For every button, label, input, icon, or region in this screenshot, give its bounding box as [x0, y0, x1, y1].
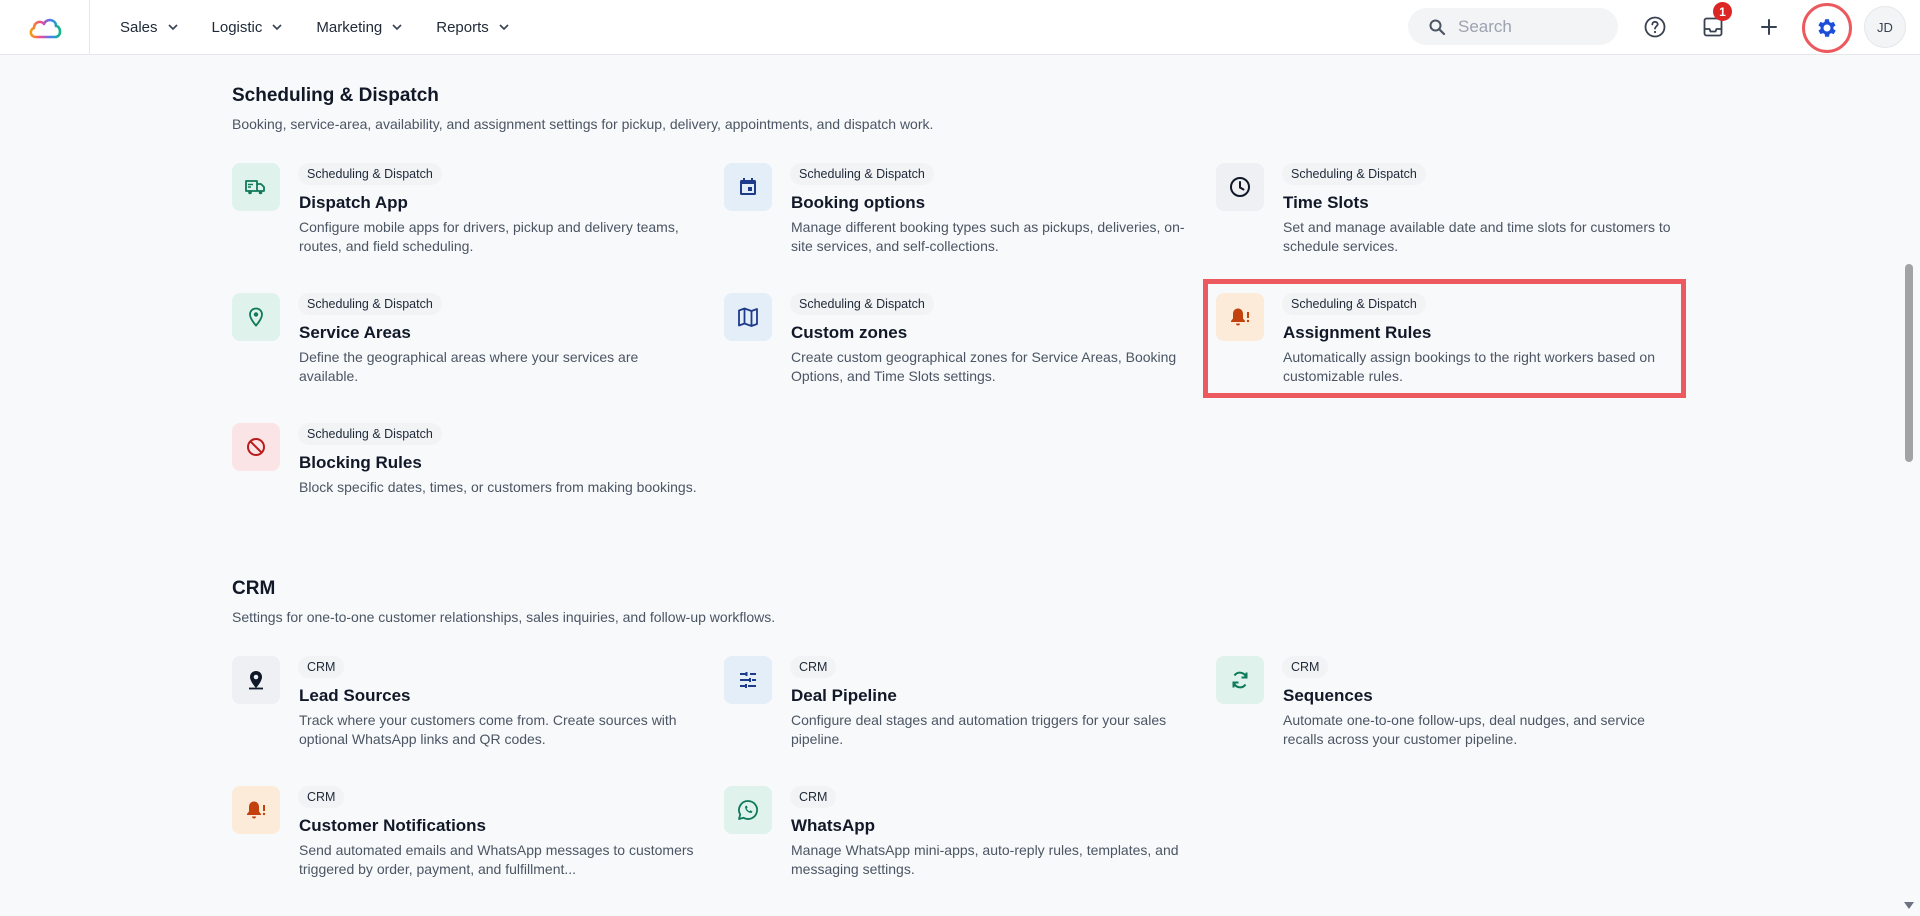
card-description: Create custom geographical zones for Ser…	[791, 349, 1177, 384]
card-title: Blocking Rules	[299, 453, 422, 472]
card-tag: CRM	[790, 786, 837, 808]
gear-icon	[1818, 19, 1836, 37]
card-deal-pipeline[interactable]: CRM Deal Pipeline Configure deal stages …	[724, 656, 1194, 766]
chevron-down-icon	[392, 24, 402, 31]
notification-badge: 1	[1713, 2, 1732, 21]
help-button[interactable]	[1640, 12, 1670, 42]
bell-alert-icon	[232, 786, 280, 834]
nav-sales-label: Sales	[120, 18, 158, 36]
card-tag: CRM	[298, 786, 345, 808]
section-desc-crm: Settings for one-to-one customer relatio…	[232, 609, 776, 625]
card-blocking-rules[interactable]: Scheduling & Dispatch Blocking Rules Blo…	[232, 423, 702, 533]
top-navbar: Sales Logistic Marketing Reports Search …	[0, 0, 1920, 55]
card-description: Define the geographical areas where your…	[299, 349, 639, 384]
calendar-icon	[724, 163, 772, 211]
card-title: Deal Pipeline	[791, 686, 897, 705]
chevron-down-icon	[167, 24, 178, 31]
selection-highlight	[1203, 279, 1686, 398]
card-title: Time Slots	[1283, 193, 1369, 212]
card-title: Custom zones	[791, 323, 908, 342]
scroll-down-arrow[interactable]	[1904, 902, 1914, 909]
settings-button[interactable]	[1802, 3, 1852, 53]
card-description: Configure mobile apps for drivers, picku…	[299, 219, 679, 254]
nav-marketing[interactable]: Marketing	[316, 19, 404, 36]
card-whatsapp[interactable]: CRM WhatsApp Manage WhatsApp mini-apps, …	[724, 786, 1194, 896]
card-description: Automate one-to-one follow-ups, deal nud…	[1283, 712, 1645, 747]
card-title: Sequences	[1283, 686, 1373, 705]
card-title: Customer Notifications	[299, 816, 487, 835]
nav-sales[interactable]: Sales	[120, 19, 180, 36]
nav-marketing-label: Marketing	[316, 18, 383, 36]
main-nav: Sales Logistic Marketing Reports	[120, 0, 511, 54]
card-description: Send automated emails and WhatsApp messa…	[299, 842, 694, 877]
card-description: Block specific dates, times, or customer…	[299, 479, 697, 495]
avatar[interactable]: JD	[1864, 6, 1906, 48]
nav-logistic-label: Logistic	[211, 18, 263, 36]
truck-icon	[232, 163, 280, 211]
card-tag: Scheduling & Dispatch	[1282, 163, 1426, 185]
help-icon	[1644, 16, 1666, 38]
card-title: Booking options	[791, 193, 926, 212]
clock-icon	[1216, 163, 1264, 211]
refresh-icon	[1216, 656, 1264, 704]
section-desc-scheduling: Booking, service-area, availability, and…	[232, 116, 934, 132]
map-icon	[724, 293, 772, 341]
nav-reports[interactable]: Reports	[436, 19, 511, 36]
block-icon	[232, 423, 280, 471]
nav-reports-label: Reports	[436, 18, 489, 36]
section-title-crm: CRM	[232, 578, 276, 599]
card-tag: Scheduling & Dispatch	[298, 423, 442, 445]
cloud-logo-icon	[29, 18, 61, 39]
scrollbar-thumb[interactable]	[1905, 264, 1913, 462]
pipeline-icon	[724, 656, 772, 704]
chevron-down-icon	[272, 24, 282, 31]
search-icon	[1429, 19, 1446, 35]
whatsapp-icon	[724, 786, 772, 834]
card-service-areas[interactable]: Scheduling & Dispatch Service Areas Defi…	[232, 293, 702, 403]
card-lead-sources[interactable]: CRM Lead Sources Track where your custom…	[232, 656, 702, 766]
logo[interactable]	[0, 0, 90, 54]
card-description: Set and manage available date and time s…	[1283, 219, 1671, 254]
add-button[interactable]	[1754, 12, 1784, 42]
card-booking-options[interactable]: Scheduling & Dispatch Booking options Ma…	[724, 163, 1194, 273]
card-sequences[interactable]: CRM Sequences Automate one-to-one follow…	[1216, 656, 1686, 766]
card-custom-zones[interactable]: Scheduling & Dispatch Custom zones Creat…	[724, 293, 1194, 403]
nav-logistic[interactable]: Logistic	[212, 19, 285, 36]
card-tag: CRM	[790, 656, 837, 678]
card-description: Manage different booking types such as p…	[791, 219, 1185, 254]
card-title: Service Areas	[299, 323, 411, 342]
card-tag: Scheduling & Dispatch	[790, 163, 934, 185]
plus-icon	[1761, 19, 1777, 35]
inbox-button[interactable]: 1	[1698, 2, 1732, 42]
location-pin-icon	[232, 293, 280, 341]
section-title-scheduling: Scheduling & Dispatch	[232, 85, 439, 106]
card-tag: CRM	[1282, 656, 1329, 678]
card-customer-notifications[interactable]: CRM Customer Notifications Send automate…	[232, 786, 702, 896]
search-box[interactable]	[1408, 8, 1618, 45]
card-title: Lead Sources	[299, 686, 411, 705]
card-time-slots[interactable]: Scheduling & Dispatch Time Slots Set and…	[1216, 163, 1686, 273]
card-tag: Scheduling & Dispatch	[298, 163, 442, 185]
search-input[interactable]	[1458, 16, 1608, 37]
card-title: Dispatch App	[299, 193, 408, 212]
card-title: WhatsApp	[791, 816, 876, 835]
card-description: Manage WhatsApp mini-apps, auto-reply ru…	[791, 842, 1179, 877]
chevron-down-icon	[499, 24, 509, 31]
card-tag: CRM	[298, 656, 345, 678]
pin-source-icon	[232, 656, 280, 704]
card-tag: Scheduling & Dispatch	[298, 293, 442, 315]
card-tag: Scheduling & Dispatch	[790, 293, 934, 315]
card-description: Configure deal stages and automation tri…	[791, 712, 1167, 747]
card-description: Track where your customers come from. Cr…	[299, 712, 677, 747]
card-dispatch-app[interactable]: Scheduling & Dispatch Dispatch App Confi…	[232, 163, 702, 273]
